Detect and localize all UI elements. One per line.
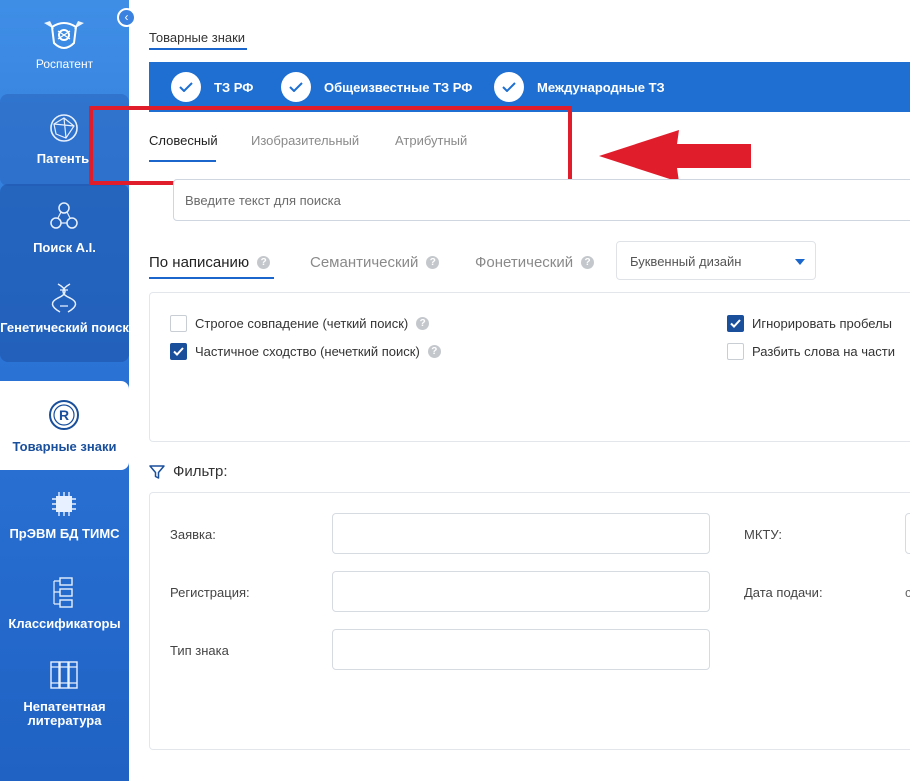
option-label: Строгое совпадение (четкий поиск) — [195, 316, 409, 331]
db-toggle-label: Международные ТЗ — [537, 79, 665, 95]
sidebar-item-genetic-search[interactable]: Генетический поиск — [0, 270, 129, 360]
option-split-words[interactable]: Разбить слова на части — [727, 343, 895, 360]
mode-phonetic[interactable]: Фонетический ? — [475, 254, 595, 271]
help-icon[interactable]: ? — [426, 256, 440, 269]
registration-label: Регистрация: — [170, 585, 250, 600]
select-value: Буквенный дизайн — [630, 254, 742, 269]
breadcrumb[interactable]: Товарные знаки — [149, 30, 245, 45]
registration-input[interactable] — [332, 571, 710, 612]
option-partial-match[interactable]: Частичное сходство (нечеткий поиск) ? — [170, 343, 441, 360]
filter-title: Фильтр: — [173, 463, 228, 480]
checkbox[interactable] — [727, 343, 744, 360]
books-icon — [50, 661, 78, 689]
mktu-input[interactable] — [905, 513, 910, 554]
checkbox[interactable] — [727, 315, 744, 332]
db-toggle-label: Общеизвестные ТЗ РФ — [324, 79, 473, 95]
sidebar-item-non-patent[interactable]: Непатентная литература — [0, 655, 129, 755]
ai-nodes-icon — [50, 202, 78, 229]
filing-date-from-label: с — [905, 585, 910, 600]
db-toggle-well-known[interactable]: Общеизвестные ТЗ РФ — [281, 72, 472, 102]
checkbox[interactable] — [170, 343, 187, 360]
sidebar-item-label: Непатентная литература — [23, 699, 106, 728]
hierarchy-icon — [53, 577, 73, 608]
sidebar-item-label: Классификаторы — [8, 616, 121, 631]
mode-semantic[interactable]: Семантический ? — [310, 254, 440, 271]
sidebar-item-label: ПрЭВМ БД ТИМС — [9, 526, 120, 541]
sidebar-item-label: Поиск A.I. — [33, 240, 96, 255]
chip-icon — [52, 492, 76, 516]
option-label: Частичное сходство (нечеткий поиск) — [195, 344, 420, 359]
svg-text:R: R — [59, 407, 69, 423]
sidebar-item-label: Генетический поиск — [0, 320, 129, 335]
search-input[interactable] — [173, 179, 910, 221]
help-icon[interactable]: ? — [257, 256, 271, 269]
check-circle-icon — [281, 72, 311, 102]
rospatent-logo[interactable]: Роспатент — [0, 0, 129, 92]
mark-type-label: Тип знака — [170, 643, 229, 658]
application-label: Заявка: — [170, 527, 216, 542]
db-toggle-tz-rf[interactable]: ТЗ РФ — [171, 72, 253, 102]
db-toggle-international[interactable]: Международные ТЗ — [494, 72, 665, 102]
registered-mark-icon: R — [49, 400, 79, 430]
mode-spelling[interactable]: По написанию ? — [149, 254, 271, 271]
help-icon[interactable]: ? — [416, 317, 430, 330]
filter-funnel-icon — [149, 464, 165, 479]
mark-type-input[interactable] — [332, 629, 710, 670]
help-icon[interactable]: ? — [427, 345, 441, 358]
active-mode-indicator — [149, 277, 274, 279]
sidebar-item-classifiers[interactable]: Классификаторы — [0, 570, 129, 655]
mktu-label: МКТУ: — [744, 527, 782, 542]
filter-header: Фильтр: — [149, 463, 228, 480]
check-circle-icon — [494, 72, 524, 102]
checkbox[interactable] — [170, 315, 187, 332]
mode-label: По написанию — [149, 254, 250, 271]
highlight-box — [89, 106, 572, 185]
sidebar-item-trademarks[interactable]: R Товарные знаки — [0, 381, 129, 470]
chevron-down-icon — [795, 259, 805, 265]
db-toggle-label: ТЗ РФ — [214, 79, 254, 95]
check-icon — [730, 319, 741, 328]
check-icon — [173, 347, 184, 356]
design-select[interactable]: Буквенный дизайн — [616, 241, 816, 280]
red-arrow-icon — [599, 130, 751, 182]
option-ignore-spaces[interactable]: Игнорировать пробелы — [727, 315, 892, 332]
check-circle-icon — [171, 72, 201, 102]
sidebar-item-ai-search[interactable]: Поиск A.I. — [0, 184, 129, 270]
sidebar-item-software-db[interactable]: ПрЭВМ БД ТИМС — [0, 480, 129, 570]
sidebar-item-label: Товарные знаки — [12, 439, 117, 454]
rospatent-emblem-icon — [44, 21, 84, 49]
option-label: Разбить слова на части — [752, 344, 895, 359]
dna-icon — [51, 283, 77, 313]
arrow-left-circle-icon[interactable]: ‹ — [117, 8, 136, 27]
application-input[interactable] — [332, 513, 710, 554]
help-icon[interactable]: ? — [581, 256, 595, 269]
filing-date-label: Дата подачи: — [744, 585, 823, 600]
globe-network-icon — [50, 114, 78, 142]
mode-label: Фонетический — [475, 254, 574, 271]
mode-label: Семантический — [310, 254, 419, 271]
option-label: Игнорировать пробелы — [752, 316, 893, 331]
option-strict-match[interactable]: Строгое совпадение (четкий поиск) ? — [170, 315, 430, 332]
logo-label: Роспатент — [35, 57, 94, 71]
breadcrumb-underline — [149, 48, 247, 50]
database-selector-bar: ТЗ РФ Общеизвестные ТЗ РФ Международные … — [149, 62, 910, 112]
